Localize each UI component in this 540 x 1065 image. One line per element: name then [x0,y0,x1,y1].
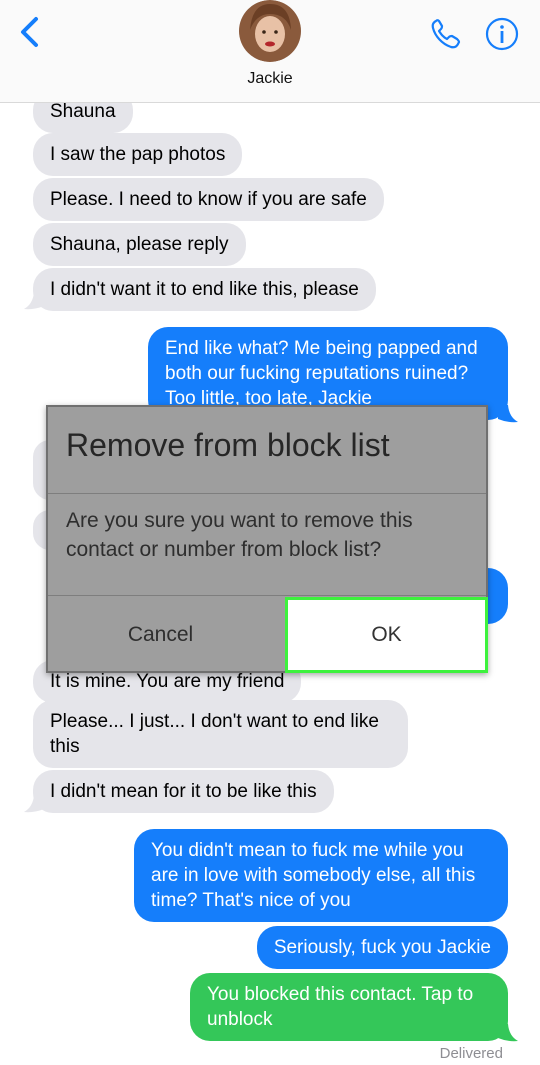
incoming-message[interactable]: I didn't want it to end like this, pleas… [33,268,376,311]
info-icon [485,17,519,51]
cancel-button[interactable]: Cancel [48,596,273,673]
contact-name[interactable]: Jackie [0,70,540,88]
divider [48,493,486,494]
avatar[interactable] [238,0,302,62]
info-button[interactable] [485,17,519,51]
outgoing-message[interactable]: You didn't mean to fuck me while you are… [134,829,508,922]
incoming-message[interactable]: Please. I need to know if you are safe [33,178,384,221]
bubble-tail [24,795,44,813]
blocked-status-message[interactable]: You blocked this contact. Tap to unblock [190,973,508,1041]
incoming-message[interactable]: I saw the pap photos [33,133,243,176]
delivered-label: Delivered [439,1045,503,1062]
chevron-left-icon [21,17,38,47]
dialog-title: Remove from block list [66,427,390,463]
incoming-message[interactable]: Shauna, please reply [33,223,246,266]
incoming-message[interactable]: Please... I just... I don't want to end … [33,700,408,768]
outgoing-message[interactable]: Seriously, fuck you Jackie [256,926,508,969]
phone-icon [431,19,461,49]
conversation-header: Jackie [0,0,540,103]
bubble-tail [498,1024,518,1042]
incoming-message[interactable]: I didn't mean for it to be like this [33,770,334,813]
bubble-tail [24,292,44,310]
dialog-message: Are you sure you want to remove this con… [66,509,413,561]
back-button[interactable] [14,14,50,50]
call-button[interactable] [428,16,464,52]
bubble-tail [498,405,518,423]
remove-block-dialog: Remove from block list Are you sure you … [46,405,488,673]
ok-button[interactable]: OK [285,597,488,673]
